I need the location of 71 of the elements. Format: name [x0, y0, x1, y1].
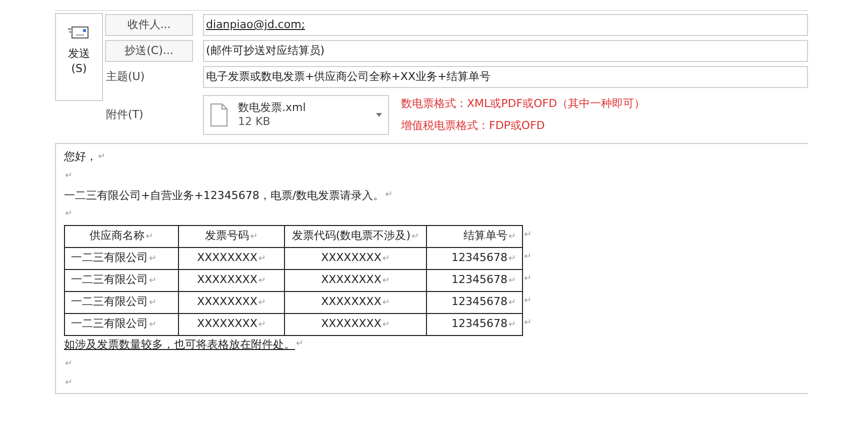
- paragraph-mark: ↵: [258, 254, 266, 264]
- table-cell: 12345678: [451, 294, 508, 308]
- paragraph-mark: ↵: [146, 232, 154, 242]
- column-header: 发票代码(数电票不涉及): [292, 228, 411, 242]
- file-name: 数电发票.xml: [238, 101, 307, 115]
- paragraph-mark: ↵: [65, 376, 73, 390]
- paragraph-mark: ↵: [382, 276, 390, 286]
- paragraph-mark: ↵: [65, 170, 73, 183]
- envelope-icon: [68, 26, 90, 40]
- send-button[interactable]: 发送 (S): [55, 13, 103, 101]
- body-text: 一二三有限公司+自营业务+12345678，电票/数电发票请录入。: [64, 188, 384, 204]
- paragraph-mark: ↵: [385, 189, 393, 202]
- attachment-card[interactable]: 数电发票.xml 12 KB: [203, 95, 389, 135]
- paragraph-mark: ↵: [250, 232, 258, 242]
- paragraph-mark: ↵: [98, 150, 106, 164]
- paragraph-mark: ↵: [508, 298, 516, 308]
- table-cell: 一二三有限公司: [71, 316, 148, 330]
- table-cell: 一二三有限公司: [71, 272, 148, 286]
- text-field[interactable]: 电子发票或数电发票+供应商公司全称+XX业务+结算单号: [203, 66, 808, 88]
- paragraph-mark: ↵: [149, 298, 157, 308]
- paragraph-mark: ↵: [149, 254, 157, 264]
- table-cell: XXXXXXXX: [321, 272, 382, 286]
- body-text: 您好，: [64, 149, 97, 166]
- table-cell: 12345678: [451, 272, 508, 286]
- paragraph-mark: ↵: [412, 232, 420, 242]
- address-button[interactable]: 抄送(C)...: [105, 40, 193, 62]
- table-cell: XXXXXXXX: [321, 294, 382, 308]
- table-cell: XXXXXXXX: [321, 250, 382, 264]
- paragraph-mark: ↵: [65, 208, 73, 222]
- paragraph-mark: ↵: [382, 320, 390, 330]
- field-label: 附件(T): [105, 106, 144, 123]
- paragraph-mark: ↵: [524, 294, 532, 308]
- paragraph-mark: ↵: [149, 320, 157, 330]
- paragraph-mark: ↵: [65, 358, 73, 371]
- paragraph-mark: ↵: [382, 298, 390, 308]
- table-cell: 一二三有限公司: [71, 294, 148, 308]
- paragraph-mark: ↵: [524, 272, 532, 286]
- table-cell: XXXXXXXX: [197, 316, 258, 330]
- format-note: 数电票格式：XML或PDF或OFD（其中一种即可）: [401, 96, 646, 112]
- paragraph-mark: ↵: [508, 232, 516, 242]
- column-header: 结算单号: [463, 228, 508, 242]
- paragraph-mark: ↵: [258, 320, 266, 330]
- paragraph-mark: ↵: [524, 250, 532, 264]
- address-button[interactable]: 收件人...: [105, 14, 193, 36]
- column-header: 发票号码: [205, 228, 250, 242]
- table-cell: 一二三有限公司: [71, 250, 148, 264]
- table-cell: XXXXXXXX: [197, 250, 258, 264]
- paragraph-mark: ↵: [508, 276, 516, 286]
- paragraph-mark: ↵: [524, 316, 532, 330]
- table-cell: XXXXXXXX: [197, 272, 258, 286]
- field-label: 主题(U): [105, 68, 146, 85]
- paragraph-mark: ↵: [296, 338, 304, 352]
- body-text: 如涉及发票数量较多，也可将表格放在附件处。: [64, 336, 295, 353]
- paragraph-mark: ↵: [382, 254, 390, 264]
- file-size: 12 KB: [238, 115, 272, 129]
- paragraph-mark: ↵: [149, 276, 157, 286]
- paragraph-mark: ↵: [508, 254, 516, 264]
- table-cell: XXXXXXXX: [321, 316, 382, 330]
- table-cell: 12345678: [451, 316, 508, 330]
- caret-icon: [376, 113, 382, 117]
- table-cell: XXXXXXXX: [197, 294, 258, 308]
- file-icon: [210, 103, 228, 127]
- paragraph-mark: ↵: [524, 228, 532, 242]
- paragraph-mark: ↵: [258, 276, 266, 286]
- paragraph-mark: ↵: [508, 320, 516, 330]
- column-header: 供应商名称: [90, 228, 145, 242]
- table-cell: 12345678: [451, 250, 508, 264]
- format-note: 增值税电票格式：FDP或OFD: [401, 118, 546, 134]
- text-field[interactable]: (邮件可抄送对应结算员): [203, 40, 808, 62]
- paragraph-mark: ↵: [258, 298, 266, 308]
- text-field[interactable]: dianpiao@jd.com;: [203, 14, 808, 36]
